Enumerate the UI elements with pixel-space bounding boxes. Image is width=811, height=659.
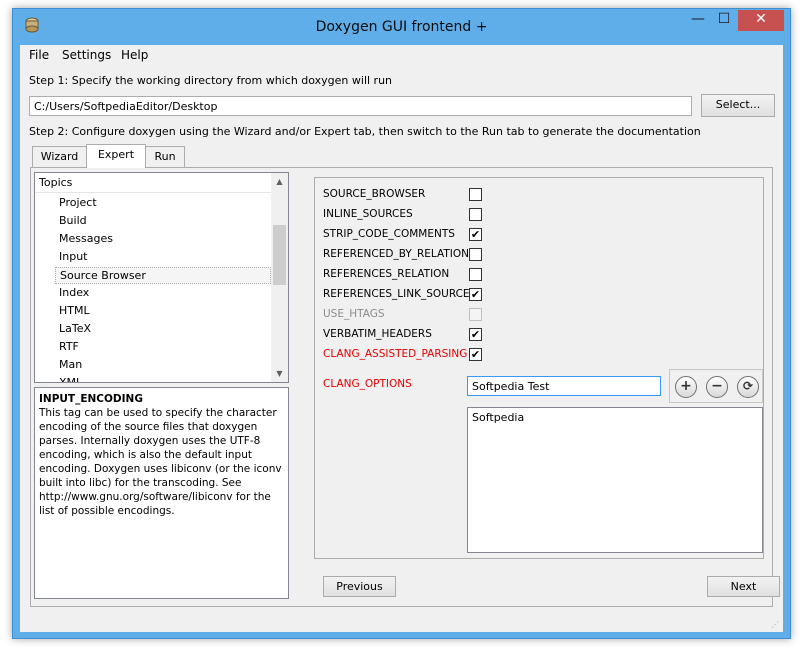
topic-item[interactable]: Man xyxy=(55,357,271,374)
help-title: INPUT_ENCODING xyxy=(39,393,143,405)
option-label: SOURCE_BROWSER xyxy=(323,188,426,200)
topic-item[interactable]: XML xyxy=(55,375,271,382)
option-label-disabled: USE_HTAGS xyxy=(323,308,385,320)
tab-run[interactable]: Run xyxy=(145,146,185,167)
topic-item[interactable]: Messages xyxy=(55,231,271,248)
topic-item[interactable]: Index xyxy=(55,285,271,302)
topic-item[interactable]: Build xyxy=(55,213,271,230)
topic-item[interactable]: LaTeX xyxy=(55,321,271,338)
list-item[interactable]: Softpedia xyxy=(472,411,758,424)
option-checkbox[interactable]: ✔ xyxy=(469,348,482,361)
maximize-button[interactable]: ☐ xyxy=(711,10,737,31)
option-checkbox[interactable] xyxy=(469,188,482,201)
title-bar[interactable]: Doxygen GUI frontend + — ☐ ✕ xyxy=(13,9,790,45)
option-checkbox[interactable]: ✔ xyxy=(469,328,482,341)
topic-item-selected[interactable]: Source Browser xyxy=(55,267,271,284)
list-edit-toolbar: + − ⟳ xyxy=(669,369,763,403)
clang-options-input[interactable] xyxy=(467,376,661,396)
option-label: STRIP_CODE_COMMENTS xyxy=(323,228,455,240)
resize-grip-icon[interactable]: ⋰ xyxy=(771,620,781,630)
option-checkbox[interactable] xyxy=(469,248,482,261)
menu-file[interactable]: File xyxy=(29,48,49,62)
select-directory-button[interactable]: Select... xyxy=(701,94,775,117)
topics-tree[interactable]: Topics Project Build Messages Input Sour… xyxy=(34,172,289,383)
option-label-modified: CLANG_ASSISTED_PARSING xyxy=(323,348,468,360)
topic-item[interactable]: Input xyxy=(55,249,271,266)
help-text-box: INPUT_ENCODING This tag can be used to s… xyxy=(34,387,289,599)
clang-options-label: CLANG_OPTIONS xyxy=(323,378,412,390)
options-panel: SOURCE_BROWSER INLINE_SOURCES STRIP_CODE… xyxy=(314,177,764,559)
option-label: INLINE_SOURCES xyxy=(323,208,413,220)
remove-icon[interactable]: − xyxy=(706,376,728,398)
option-checkbox[interactable]: ✔ xyxy=(469,228,482,241)
option-checkbox[interactable] xyxy=(469,268,482,281)
topic-item[interactable]: HTML xyxy=(55,303,271,320)
refresh-icon[interactable]: ⟳ xyxy=(737,376,759,398)
option-checkbox-disabled xyxy=(469,308,482,321)
topics-scrollbar[interactable]: ▲ ▼ xyxy=(271,173,288,382)
previous-button[interactable]: Previous xyxy=(323,576,396,597)
step1-instruction: Step 1: Specify the working directory fr… xyxy=(29,74,393,87)
topics-header: Topics xyxy=(35,173,273,193)
option-label: REFERENCED_BY_RELATION xyxy=(323,248,470,260)
window-title: Doxygen GUI frontend + xyxy=(315,19,488,35)
option-checkbox[interactable]: ✔ xyxy=(469,288,482,301)
menu-bar: File Settings Help xyxy=(20,45,783,65)
working-directory-input[interactable] xyxy=(29,96,692,116)
menu-help[interactable]: Help xyxy=(121,48,148,62)
close-button[interactable]: ✕ xyxy=(738,10,784,31)
minimize-button[interactable]: — xyxy=(685,10,711,31)
client-area: File Settings Help Step 1: Specify the w… xyxy=(20,45,783,632)
help-body: This tag can be used to specify the char… xyxy=(39,407,282,517)
menu-settings[interactable]: Settings xyxy=(62,48,111,62)
clang-options-list[interactable]: Softpedia xyxy=(467,407,763,553)
step2-instruction: Step 2: Configure doxygen using the Wiza… xyxy=(29,125,701,138)
topic-item[interactable]: Project xyxy=(55,195,271,212)
tab-wizard[interactable]: Wizard xyxy=(32,146,87,167)
option-label: REFERENCES_LINK_SOURCE xyxy=(323,288,470,300)
scroll-down-icon[interactable]: ▼ xyxy=(271,365,288,382)
expert-tab-pane: Topics Project Build Messages Input Sour… xyxy=(30,167,780,607)
topic-item[interactable]: RTF xyxy=(55,339,271,356)
scroll-up-icon[interactable]: ▲ xyxy=(271,173,288,190)
tab-expert[interactable]: Expert xyxy=(86,144,146,168)
main-window: Doxygen GUI frontend + — ☐ ✕ File Settin… xyxy=(12,8,791,639)
option-label: REFERENCES_RELATION xyxy=(323,268,450,280)
add-icon[interactable]: + xyxy=(675,376,697,398)
next-button[interactable]: Next xyxy=(707,576,780,597)
option-checkbox[interactable] xyxy=(469,208,482,221)
option-label: VERBATIM_HEADERS xyxy=(323,328,432,340)
scroll-thumb[interactable] xyxy=(273,225,286,285)
